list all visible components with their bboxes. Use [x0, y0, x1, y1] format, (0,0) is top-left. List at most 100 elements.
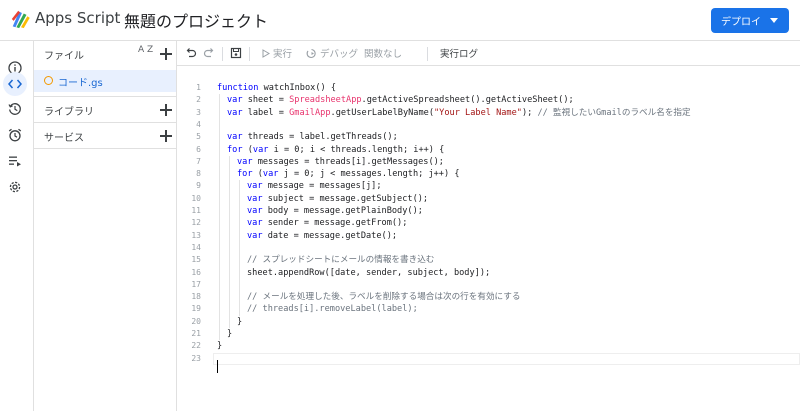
- code-line: 22}: [177, 340, 800, 352]
- line-number: 9: [196, 181, 201, 191]
- indent-guide: [239, 180, 240, 316]
- code-line: 20}: [177, 316, 800, 328]
- code-line: 6 for (var i = 0; i < threads.length; i++…: [177, 144, 800, 156]
- code-line: 21}: [177, 328, 800, 340]
- history-button[interactable]: [4, 98, 26, 120]
- execution-log-label: 実行ログ: [440, 49, 479, 60]
- line-number: 5: [196, 132, 201, 142]
- line-number: 15: [191, 255, 201, 265]
- code-line: 9 var message = messages[j];: [177, 180, 800, 192]
- add-library-icon[interactable]: [160, 104, 172, 116]
- line-number: 19: [191, 304, 201, 314]
- undo-icon[interactable]: [185, 47, 197, 59]
- code-text: }: [217, 341, 223, 352]
- code-text: // threads[i].removeLabel(label);: [247, 304, 418, 315]
- file-panel: ファイル A Z コード.gs ライブラリ サービス: [34, 40, 177, 411]
- triggers-button[interactable]: [4, 124, 26, 146]
- debug-button[interactable]: デバッグ: [306, 46, 358, 60]
- code-text: var threads = label.getThreads();: [227, 132, 398, 143]
- text-cursor: [217, 360, 218, 373]
- file-status-icon: [44, 76, 53, 85]
- services-label: サービス: [44, 133, 84, 144]
- line-number: 11: [191, 206, 201, 215]
- code-text: for (var i = 0; i < threads.length; i++)…: [227, 144, 445, 155]
- code-line: 10 var subject = message.getSubject();: [177, 193, 800, 205]
- sort-az-icon[interactable]: A Z: [138, 46, 153, 55]
- code-text: var messages = threads[i].getMessages();: [237, 156, 444, 167]
- files-label: ファイル: [44, 51, 84, 62]
- app-name: Apps Script: [35, 9, 121, 27]
- code-text: // メールを処理した後、ラベルを削除する場合は次の行を有効にする: [247, 292, 521, 303]
- execution-log-button[interactable]: 実行ログ: [440, 46, 478, 60]
- history-icon: [8, 103, 21, 115]
- code-line: 15 // スプレッドシートにメールの情報を書き込む: [177, 254, 800, 266]
- line-number: 8: [196, 169, 201, 179]
- alarm-icon: [8, 128, 22, 142]
- add-file-icon[interactable]: [160, 48, 172, 60]
- code-text: // スプレッドシートにメールの情報を書き込む: [247, 255, 435, 266]
- toolbar-divider: [249, 47, 250, 61]
- line-number: 3: [196, 107, 201, 117]
- code-line: 19 // threads[i].removeLabel(label);: [177, 303, 800, 315]
- debug-label: デバッグ: [320, 49, 359, 60]
- left-rail: [0, 40, 34, 411]
- line-number: 10: [191, 193, 201, 203]
- save-icon[interactable]: [230, 47, 242, 59]
- code-editor[interactable]: 1 function watchInbox() {2 var sheet = Spr…: [177, 66, 800, 411]
- editor-toolbar: 実行 デバッグ 関数なし 実行ログ: [177, 40, 800, 66]
- code-text: sheet.appendRow([date, sender, subject, …: [247, 267, 491, 278]
- settings-icon: [9, 181, 21, 193]
- function-select-label: 関数なし: [364, 49, 403, 60]
- code-line: 1 function watchInbox() {: [177, 82, 800, 94]
- code-line: 18 // メールを処理した後、ラベルを削除する場合は次の行を有効にする: [177, 291, 800, 303]
- add-service-icon[interactable]: [160, 130, 172, 142]
- services-section[interactable]: サービス: [34, 122, 176, 148]
- editor-button[interactable]: [3, 72, 27, 96]
- code-line: 7 var messages = threads[i].getMessages()…: [177, 156, 800, 168]
- executions-button[interactable]: [4, 150, 26, 172]
- redo-icon[interactable]: [203, 47, 215, 59]
- indent-guide: [219, 94, 220, 341]
- code-line: 11 var body = message.getPlainBody();: [177, 205, 800, 217]
- line-number: 2: [196, 95, 201, 105]
- libraries-section[interactable]: ライブラリ: [34, 96, 176, 122]
- code-line: 5 var threads = label.getThreads();: [177, 131, 800, 143]
- code-line: 4: [177, 119, 800, 131]
- code-text: var label = GmailApp.getUserLabelByName(…: [227, 107, 691, 118]
- file-item-code-gs[interactable]: コード.gs: [34, 70, 176, 92]
- code-line: 3 var label = GmailApp.getUserLabelByName…: [177, 107, 800, 119]
- line-number: 13: [191, 230, 201, 240]
- code-text: var date = message.getDate();: [247, 230, 398, 241]
- toolbar-divider: [222, 47, 223, 61]
- line-number: 4: [196, 119, 201, 129]
- toolbar-divider: [427, 47, 428, 61]
- project-title[interactable]: 無題のプロジェクト: [124, 8, 268, 32]
- line-number: 23: [191, 353, 201, 363]
- function-select[interactable]: 関数なし: [364, 46, 402, 60]
- dropdown-caret-icon: [770, 18, 778, 23]
- debug-icon: [306, 48, 316, 58]
- settings-button[interactable]: [4, 176, 26, 198]
- line-number: 7: [196, 156, 201, 166]
- files-header: ファイル A Z: [34, 41, 176, 67]
- indent-guide: [229, 155, 230, 328]
- line-number: 22: [191, 341, 201, 351]
- play-icon: [262, 48, 270, 58]
- code-text: function watchInbox() {: [217, 83, 337, 93]
- line-number: 14: [191, 242, 201, 252]
- apps-script-logo-icon: [11, 10, 30, 29]
- code-text: }: [227, 329, 233, 339]
- code-line: 12 var sender = message.getFrom();: [177, 217, 800, 229]
- deploy-button[interactable]: デプロイ: [711, 8, 789, 33]
- code-text: var body = message.getPlainBody();: [247, 206, 423, 216]
- code-line: 2 var sheet = SpreadsheetApp.getActiveSpr…: [177, 94, 800, 106]
- current-line-highlight: [213, 352, 800, 365]
- code-line: 17: [177, 279, 800, 291]
- line-number: 18: [191, 292, 201, 302]
- code-line: 14: [177, 242, 800, 254]
- line-number: 20: [191, 316, 201, 326]
- line-number: 6: [196, 144, 201, 154]
- executions-icon: [9, 156, 21, 167]
- run-button[interactable]: 実行: [262, 46, 292, 60]
- code-text: }: [237, 316, 243, 327]
